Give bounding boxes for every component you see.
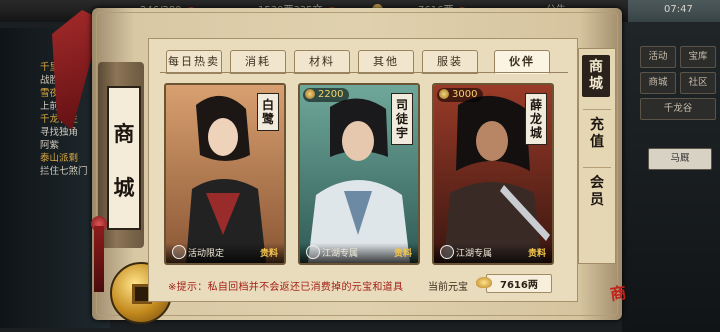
shop-side-nav: 商城 充值 会员 [578,48,616,264]
red-tassel [94,226,104,292]
card-price: 2200 [303,88,350,102]
card-tag: 江湖专属 [322,249,359,259]
balance-label: 当前元宝 [428,282,468,293]
card-tag: 活动限定 [188,249,225,259]
refund-tip: ※提示：私自回档并不会返还已消费掉的元宝和道具 [168,282,404,293]
card-price-value: 3000 [452,89,478,100]
menu-mall[interactable]: 商城 [640,72,676,94]
card-quality: 贵料 [393,249,412,259]
nav-divider [583,167,611,168]
tab-consumables[interactable]: 消耗 [230,50,286,74]
menu-community[interactable]: 社区 [680,72,716,94]
jianghu-badge-icon [440,245,454,259]
tab-costumes[interactable]: 服装 [422,50,478,74]
clock: 07:47 [664,4,693,15]
ingot-icon [476,277,492,288]
right-menu-panel [622,22,720,332]
shop-title-plate: 商 城 [107,86,141,230]
shop-title-char-2: 城 [113,175,135,200]
tab-daily-hot[interactable]: 每日热卖 [166,50,222,74]
ingot-icon [305,89,315,99]
quest-desc-4: 阿紫 [40,140,60,151]
nav-recharge[interactable]: 充值 [579,117,615,151]
nav-shop[interactable]: 商城 [582,55,610,97]
tab-companions[interactable]: 伙伴 [494,50,550,74]
companion-card-xuelongcheng[interactable]: 3000 薛龙城 江湖专属 贵料 [432,83,554,265]
card-name: 司徒宇 [391,93,413,145]
red-seal-stamp: 商 [608,282,628,305]
quest-desc-5: 拦住七煞门 [40,166,88,177]
card-price-value: 2200 [318,89,344,100]
limited-badge-icon [172,245,186,259]
menu-dragon-valley[interactable]: 千龙谷 [640,98,716,120]
tab-divider [160,72,568,73]
quest-title-5[interactable]: 泰山派剩 [40,153,78,165]
card-quality: 贵料 [259,249,278,259]
card-price: 3000 [437,88,484,102]
card-tag: 江湖专属 [456,249,493,259]
menu-activity[interactable]: 活动 [640,46,676,68]
stable-button[interactable]: 马厩 [648,148,712,170]
balance-value: 7616两 [500,280,538,291]
nav-divider [583,109,611,110]
tab-materials[interactable]: 材料 [294,50,350,74]
ingot-icon [439,89,449,99]
companion-card-bailu[interactable]: 白鹭 活动限定 贵料 [164,83,286,265]
jianghu-badge-icon [306,245,320,259]
menu-treasury[interactable]: 宝库 [680,46,716,68]
card-name: 白鹭 [257,93,279,131]
nav-membership[interactable]: 会员 [579,175,615,209]
companion-card-situyu[interactable]: 2200 司徒宇 江湖专属 贵料 [298,83,420,265]
card-name: 薛龙城 [525,93,547,145]
card-quality: 贵料 [527,249,546,259]
shop-title-char-1: 商 [113,121,135,146]
tab-others[interactable]: 其他 [358,50,414,74]
